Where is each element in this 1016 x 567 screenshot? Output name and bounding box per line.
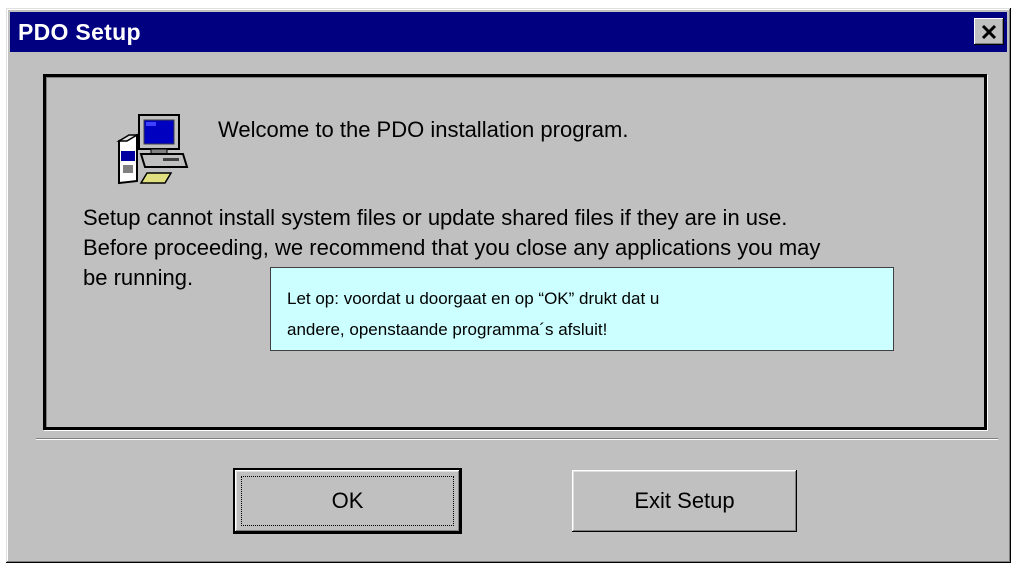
title-bar[interactable]: PDO Setup (10, 12, 1007, 52)
close-button[interactable] (974, 18, 1004, 45)
separator (36, 438, 998, 440)
note-line: andere, openstaande programma´s afsluit! (287, 320, 608, 339)
dutch-note-callout: Let op: voordat u doorgaat en op “OK” dr… (270, 267, 894, 351)
exit-setup-button[interactable]: Exit Setup (572, 470, 797, 532)
warning-line: Before proceeding, we recommend that you… (83, 235, 821, 260)
ok-button-label: OK (331, 488, 364, 513)
close-icon (981, 24, 997, 39)
note-line: Let op: voordat u doorgaat en op “OK” dr… (287, 289, 660, 308)
warning-line: Setup cannot install system files or upd… (83, 205, 788, 230)
setup-dialog: PDO Setup Welcome to the PDO installatio… (6, 8, 1011, 563)
welcome-text: Welcome to the PDO installation program. (218, 117, 629, 142)
content-frame: Welcome to the PDO installation program.… (43, 74, 987, 430)
window-title: PDO Setup (18, 19, 141, 45)
ok-button[interactable]: OK (233, 468, 462, 534)
computer-setup-icon (116, 114, 189, 185)
exit-setup-button-label: Exit Setup (634, 488, 735, 513)
